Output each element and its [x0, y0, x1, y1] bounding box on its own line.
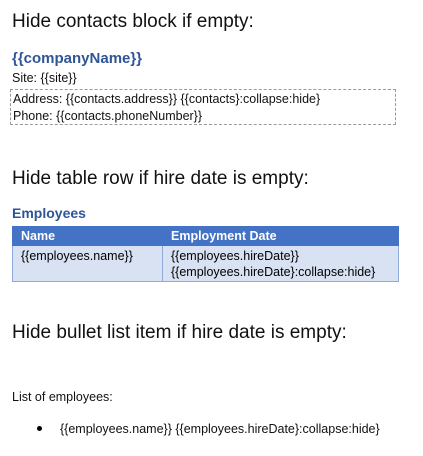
hire-date-placeholder: {{employees.hireDate}} — [171, 249, 299, 263]
list-intro: List of employees: — [12, 390, 113, 404]
list-heading: Hide bullet list item if hire date is em… — [12, 322, 347, 343]
list-item: {{employees.name}} {{employees.hireDate}… — [60, 422, 380, 436]
contacts-heading: Hide contacts block if empty: — [12, 11, 254, 32]
employees-table-title: Employees — [12, 205, 86, 221]
company-name-placeholder: {{companyName}} — [12, 50, 143, 67]
hire-date-collapse-tag: {{employees.hireDate}:collapse:hide} — [171, 265, 376, 279]
address-line: Address: {{contacts.address}} {{contacts… — [13, 92, 321, 106]
table-cell-employment-date: {{employees.hireDate}} {{employees.hireD… — [162, 245, 399, 282]
table-row: {{employees.name}} {{employees.hireDate}… — [12, 245, 399, 282]
employee-name-placeholder: {{employees.name}} — [21, 249, 133, 263]
site-line: Site: {{site}} — [12, 71, 77, 85]
table-header-row: Name Employment Date — [12, 226, 399, 246]
column-header-employment-date: Employment Date — [162, 226, 399, 246]
table-heading: Hide table row if hire date is empty: — [12, 168, 309, 189]
phone-line: Phone: {{contacts.phoneNumber}} — [13, 109, 203, 123]
employees-table: Name Employment Date {{employees.name}} … — [12, 226, 399, 282]
bullet-icon — [37, 426, 42, 431]
table-cell-name: {{employees.name}} — [12, 245, 163, 282]
column-header-name: Name — [12, 226, 163, 246]
